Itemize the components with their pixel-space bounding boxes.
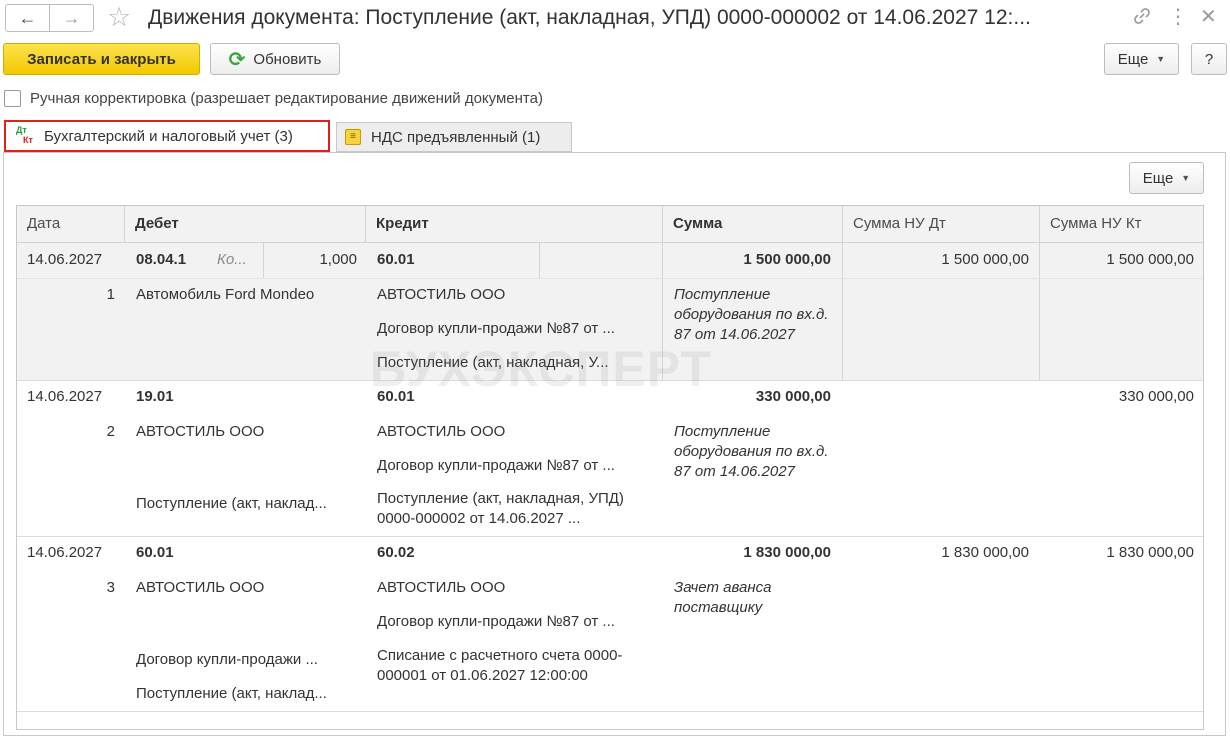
cell-debit-subconto-1: АВТОСТИЛЬ ООО bbox=[136, 423, 265, 440]
cell-debit-account: 08.04.1 bbox=[136, 251, 187, 268]
column-divider bbox=[539, 243, 540, 278]
cell-debit-subconto-1: АВТОСТИЛЬ ООО bbox=[136, 579, 265, 596]
cell-sum: 1 830 000,00 bbox=[743, 544, 831, 561]
cell-sum-nu-dt: 1 830 000,00 bbox=[941, 544, 1029, 561]
header-sum[interactable]: Сумма bbox=[663, 206, 843, 242]
more-label: Еще bbox=[1117, 50, 1149, 68]
row-divider bbox=[17, 536, 1203, 537]
header-credit[interactable]: Кредит bbox=[366, 206, 663, 242]
cell-debit-account: 19.01 bbox=[136, 388, 174, 405]
cell-content: Поступление оборудования по вх.д. 87 от … bbox=[674, 286, 829, 343]
cell-content: Зачет аванса поставщику bbox=[674, 579, 772, 616]
more-button[interactable]: Еще ▼ bbox=[1104, 43, 1179, 75]
cell-debit-qty: 1,000 bbox=[319, 251, 357, 268]
forward-button[interactable]: → bbox=[49, 4, 94, 32]
forward-arrow-icon: → bbox=[62, 7, 81, 28]
help-label: ? bbox=[1204, 50, 1214, 68]
column-divider bbox=[662, 243, 663, 380]
cell-credit-subconto-3: Поступление (акт, накладная, У... bbox=[377, 354, 609, 371]
cell-date: 14.06.2027 bbox=[27, 388, 103, 405]
cell-row-number: 3 bbox=[106, 579, 115, 596]
table-header: Дата Дебет Кредит Сумма Сумма НУ Дт Сумм… bbox=[17, 206, 1203, 243]
cell-debit-subconto-1: Автомобиль Ford Mondeo bbox=[136, 286, 315, 303]
refresh-icon: ⟳ bbox=[228, 48, 246, 71]
window-title: Движения документа: Поступление (акт, на… bbox=[148, 6, 1031, 29]
cell-credit-subconto-3: Списание с расчетного счета 0000-000001 … bbox=[377, 647, 623, 684]
cell-credit-subconto-3: Поступление (акт, накладная, УПД) 0000-0… bbox=[377, 490, 624, 527]
row-divider bbox=[17, 380, 1203, 381]
row-divider bbox=[17, 711, 1203, 712]
cell-debit-subconto-2: Поступление (акт, наклад... bbox=[136, 495, 327, 512]
subrow-divider bbox=[17, 278, 1203, 279]
cell-row-number: 1 bbox=[106, 286, 115, 303]
tab-accounting-label: Бухгалтерский и налоговый учет (3) bbox=[44, 127, 293, 145]
refresh-label: Обновить bbox=[253, 50, 322, 68]
save-and-close-label: Записать и закрыть bbox=[27, 50, 176, 68]
cell-credit-subconto-2: Договор купли-продажи №87 от ... bbox=[377, 457, 615, 474]
cell-debit-qty-label: Ко... bbox=[217, 251, 247, 268]
tab-accounting[interactable]: Дт Кт Бухгалтерский и налоговый учет (3) bbox=[4, 120, 330, 152]
cell-credit-account: 60.02 bbox=[377, 544, 415, 561]
manual-correction-row: Ручная корректировка (разрешает редактир… bbox=[4, 88, 543, 108]
dt-kt-icon: Дт Кт bbox=[16, 125, 33, 145]
cell-content: Поступление оборудования по вх.д. 87 от … bbox=[674, 423, 829, 480]
cell-date: 14.06.2027 bbox=[27, 251, 103, 268]
manual-correction-label[interactable]: Ручная корректировка (разрешает редактир… bbox=[30, 90, 543, 107]
link-icon[interactable] bbox=[1132, 6, 1152, 31]
chevron-down-icon: ▼ bbox=[1156, 54, 1166, 64]
cell-row-number: 2 bbox=[106, 423, 115, 440]
column-divider bbox=[263, 243, 264, 278]
chevron-down-icon: ▼ bbox=[1181, 173, 1191, 183]
header-debit[interactable]: Дебет bbox=[125, 206, 366, 242]
help-button[interactable]: ? bbox=[1191, 43, 1227, 75]
cell-date: 14.06.2027 bbox=[27, 544, 103, 561]
cell-debit-subconto-2: Договор купли-продажи ... bbox=[136, 651, 318, 668]
cell-credit-subconto-2: Договор купли-продажи №87 от ... bbox=[377, 613, 615, 630]
menu-dots-icon[interactable]: ⋮ bbox=[1168, 6, 1188, 28]
panel-more-label: Еще bbox=[1142, 169, 1174, 187]
register-icon: ≡ bbox=[345, 129, 361, 145]
cell-credit-subconto-1: АВТОСТИЛЬ ООО bbox=[377, 579, 506, 596]
cell-sum: 1 500 000,00 bbox=[743, 251, 831, 268]
manual-correction-checkbox[interactable] bbox=[4, 89, 21, 107]
movements-table[interactable]: Дата Дебет Кредит Сумма Сумма НУ Дт Сумм… bbox=[16, 205, 1204, 730]
header-sum-nu-dt[interactable]: Сумма НУ Дт bbox=[843, 206, 1040, 242]
cell-sum-nu-kt: 1 830 000,00 bbox=[1106, 544, 1194, 561]
header-date[interactable]: Дата bbox=[17, 206, 125, 242]
cell-credit-subconto-2: Договор купли-продажи №87 от ... bbox=[377, 320, 615, 337]
cell-credit-subconto-1: АВТОСТИЛЬ ООО bbox=[377, 423, 506, 440]
cell-credit-account: 60.01 bbox=[377, 251, 415, 268]
star-icon[interactable]: ☆ bbox=[107, 3, 131, 31]
back-arrow-icon: ← bbox=[18, 7, 37, 28]
column-divider bbox=[842, 243, 843, 380]
back-button[interactable]: ← bbox=[5, 4, 50, 32]
save-and-close-button[interactable]: Записать и закрыть bbox=[3, 43, 200, 75]
cell-debit-account: 60.01 bbox=[136, 544, 174, 561]
cell-credit-subconto-1: АВТОСТИЛЬ ООО bbox=[377, 286, 506, 303]
tab-vat-label: НДС предъявленный (1) bbox=[371, 128, 541, 146]
cell-credit-account: 60.01 bbox=[377, 388, 415, 405]
cell-sum-nu-kt: 1 500 000,00 bbox=[1106, 251, 1194, 268]
header-sum-nu-kt[interactable]: Сумма НУ Кт bbox=[1040, 206, 1203, 242]
tab-vat[interactable]: ≡ НДС предъявленный (1) bbox=[336, 122, 572, 152]
cell-sum-nu-dt: 1 500 000,00 bbox=[941, 251, 1029, 268]
cell-sum-nu-kt: 330 000,00 bbox=[1118, 388, 1194, 405]
close-icon[interactable]: ✕ bbox=[1200, 6, 1217, 28]
panel-more-button[interactable]: Еще ▼ bbox=[1129, 162, 1204, 194]
column-divider bbox=[1039, 243, 1040, 380]
cell-debit-subconto-3: Поступление (акт, наклад... bbox=[136, 685, 327, 702]
refresh-button[interactable]: ⟳ Обновить bbox=[210, 43, 340, 75]
cell-sum: 330 000,00 bbox=[755, 388, 831, 405]
title-bar: ← → ☆ Движения документа: Поступление (а… bbox=[0, 0, 1230, 38]
